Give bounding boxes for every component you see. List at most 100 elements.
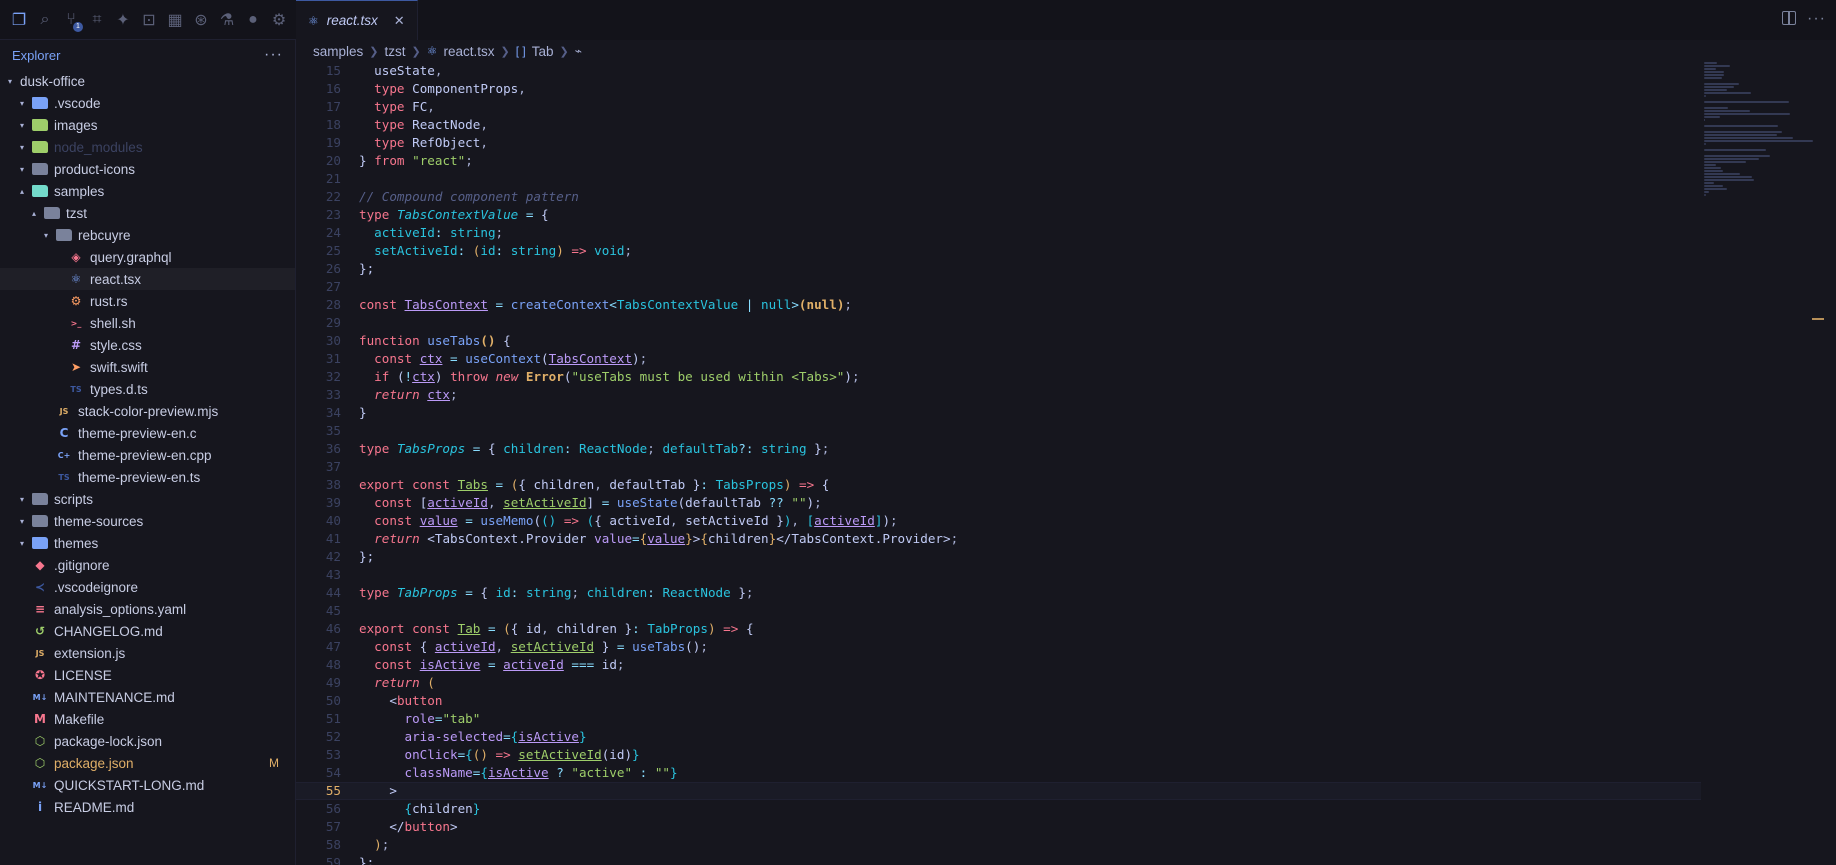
tree-item[interactable]: C+ theme-preview-en.cpp bbox=[0, 444, 295, 466]
react-icon: ⚛ bbox=[426, 44, 438, 58]
tree-item[interactable]: ▾ node_modules bbox=[0, 136, 295, 158]
tree-item[interactable]: ⬡ package-lock.json bbox=[0, 730, 295, 752]
tree-item[interactable]: # style.css bbox=[0, 334, 295, 356]
tree-item[interactable]: JS extension.js bbox=[0, 642, 295, 664]
line-number: 56 bbox=[325, 801, 341, 816]
tree-item[interactable]: ▾ theme-sources bbox=[0, 510, 295, 532]
tree-item[interactable]: ▾ rebcuyre bbox=[0, 224, 295, 246]
folder-icon bbox=[32, 515, 48, 527]
source-control-icon[interactable]: ⑂ 1 bbox=[58, 7, 84, 33]
react-icon: ⚛ bbox=[70, 272, 82, 286]
breadcrumb-symbol[interactable]: Tab bbox=[532, 44, 554, 59]
swift-icon: ➤ bbox=[70, 360, 82, 374]
minimap-line bbox=[1704, 95, 1707, 97]
code-text: return <TabsContext.Provider value={valu… bbox=[374, 531, 959, 546]
react-icon: ⚛ bbox=[308, 13, 319, 28]
code-line: 51 role="tab" bbox=[296, 710, 1701, 728]
palette-icon[interactable]: ⊛ bbox=[188, 7, 214, 33]
minimap-line bbox=[1704, 62, 1718, 64]
circle-icon[interactable]: ● bbox=[240, 7, 266, 33]
chevron-right-icon: ❯ bbox=[500, 45, 510, 58]
close-icon[interactable]: ✕ bbox=[394, 13, 405, 29]
tree-item[interactable]: ➤ swift.swift bbox=[0, 356, 295, 378]
tree-item[interactable]: TS theme-preview-en.ts bbox=[0, 466, 295, 488]
tree-item[interactable]: ▾ images bbox=[0, 114, 295, 136]
extensions-icon[interactable]: ✦ bbox=[110, 7, 136, 33]
tree-item[interactable]: i README.md bbox=[0, 796, 295, 818]
tree-item[interactable]: ⚛ react.tsx bbox=[0, 268, 295, 290]
tree-item[interactable]: ≡ analysis_options.yaml bbox=[0, 598, 295, 620]
chevron-down-icon: ▾ bbox=[19, 164, 24, 174]
javascript-icon: JS bbox=[59, 406, 69, 416]
tree-item[interactable]: ▴ samples bbox=[0, 180, 295, 202]
minimap-line bbox=[1704, 101, 1790, 103]
line-number: 17 bbox=[325, 99, 341, 114]
line-number: 22 bbox=[325, 189, 341, 204]
line-number: 38 bbox=[325, 477, 341, 492]
tree-item[interactable]: ◈ query.graphql bbox=[0, 246, 295, 268]
tree-item[interactable]: ▾ themes bbox=[0, 532, 295, 554]
code-line: 24 activeId: string; bbox=[296, 224, 1701, 242]
files-icon[interactable]: ❐ bbox=[6, 7, 32, 33]
tree-item[interactable]: ▾ scripts bbox=[0, 488, 295, 510]
split-editor-icon[interactable] bbox=[1782, 11, 1796, 25]
code-text: type RefObject, bbox=[374, 135, 488, 150]
settings-icon[interactable]: ⚙ bbox=[266, 7, 292, 33]
tree-root[interactable]: ▾ dusk-office bbox=[0, 70, 295, 92]
tree-item[interactable]: M↓ QUICKSTART-LONG.md bbox=[0, 774, 295, 796]
map-icon[interactable]: ⌗ bbox=[84, 7, 110, 33]
breadcrumb-file[interactable]: react.tsx bbox=[444, 44, 495, 59]
remote-icon[interactable]: ⊡ bbox=[136, 7, 162, 33]
minimap-line bbox=[1704, 182, 1714, 184]
tree-item[interactable]: ▴ tzst bbox=[0, 202, 295, 224]
search-icon[interactable]: ⌕ bbox=[32, 7, 58, 33]
minimap-cursor bbox=[1812, 318, 1824, 320]
tree-item[interactable]: M↓ MAINTENANCE.md bbox=[0, 686, 295, 708]
code-line: 48 const isActive = activeId === id; bbox=[296, 656, 1701, 674]
folder-icon bbox=[32, 163, 48, 175]
breadcrumb-samples[interactable]: samples bbox=[313, 44, 363, 59]
line-number: 51 bbox=[325, 711, 341, 726]
breadcrumb-tzst[interactable]: tzst bbox=[385, 44, 406, 59]
tree-item[interactable]: ▾ .vscode bbox=[0, 92, 295, 114]
line-number: 27 bbox=[325, 279, 341, 294]
tree-item[interactable]: M Makefile bbox=[0, 708, 295, 730]
minimap-line bbox=[1704, 155, 1770, 157]
shell-icon: >_ bbox=[70, 318, 82, 328]
tree-item[interactable]: TS types.d.ts bbox=[0, 378, 295, 400]
line-number: 40 bbox=[325, 513, 341, 528]
tree-item[interactable]: JS stack-color-preview.mjs bbox=[0, 400, 295, 422]
tree-item[interactable]: ◆ .gitignore bbox=[0, 554, 295, 576]
minimap-line bbox=[1704, 74, 1725, 76]
tree-item[interactable]: Ctheme-preview-en.c bbox=[0, 422, 295, 444]
tree-item[interactable]: ⬡ package.json M bbox=[0, 752, 295, 774]
explorer-title: Explorer bbox=[12, 47, 61, 63]
line-number: 26 bbox=[325, 261, 341, 276]
grid-icon[interactable]: ▦ bbox=[162, 7, 188, 33]
code-line: 19 type RefObject, bbox=[296, 134, 1701, 152]
more-icon[interactable]: ··· bbox=[264, 46, 283, 64]
minimap[interactable] bbox=[1704, 62, 1824, 865]
tab-react-tsx[interactable]: ⚛ react.tsx ✕ bbox=[296, 0, 418, 40]
tree-item[interactable]: ✪ LICENSE bbox=[0, 664, 295, 686]
code-text: // Compound component pattern bbox=[359, 189, 579, 204]
line-number: 59 bbox=[325, 855, 341, 865]
breadcrumb: samples ❯ tzst ❯ ⚛ react.tsx ❯ [ ] Tab ❯… bbox=[296, 40, 1836, 62]
more-actions-icon[interactable]: ··· bbox=[1807, 10, 1826, 28]
code-line: 38 export const Tabs = ({ children, defau… bbox=[296, 476, 1701, 494]
code-text: useState, bbox=[374, 63, 443, 78]
tree-item[interactable]: ⚙ rust.rs bbox=[0, 290, 295, 312]
tree-item[interactable]: ≺ .vscodeignore bbox=[0, 576, 295, 598]
minimap-line bbox=[1704, 131, 1782, 133]
flask-icon[interactable]: ⚗ bbox=[214, 7, 240, 33]
code-editor[interactable]: 15 useState, 16 type ComponentProps, 17 ty… bbox=[296, 62, 1701, 865]
tree-item[interactable]: ↺ CHANGELOG.md bbox=[0, 620, 295, 642]
tree-item[interactable]: >_ shell.sh bbox=[0, 312, 295, 334]
minimap-line bbox=[1704, 68, 1716, 70]
tree-item[interactable]: ▾ product-icons bbox=[0, 158, 295, 180]
code-line: 49 return ( bbox=[296, 674, 1701, 692]
minimap-line bbox=[1704, 140, 1814, 142]
code-line: 53 onClick={() => setActiveId(id)} bbox=[296, 746, 1701, 764]
